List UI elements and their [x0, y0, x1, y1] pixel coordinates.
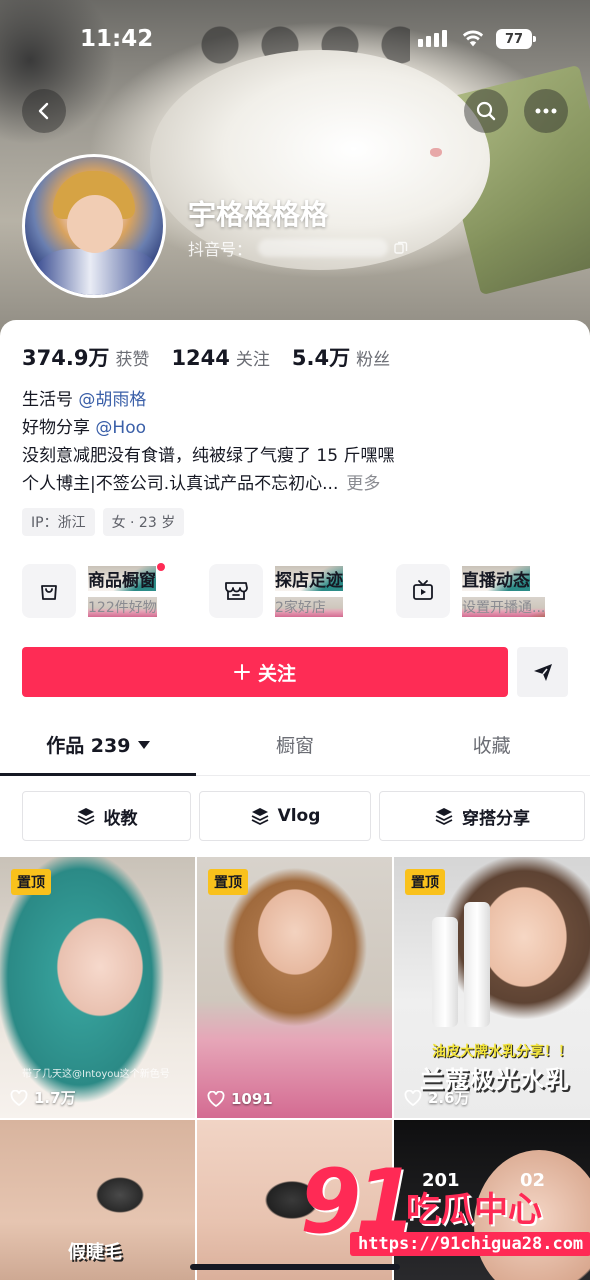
- pinned-badge: 置顶: [11, 869, 51, 895]
- video-caption: 带了几天这@Intoyou这个新色号: [22, 1069, 170, 1080]
- search-icon: [476, 101, 496, 121]
- copy-icon: [394, 241, 408, 254]
- avatar[interactable]: [22, 154, 166, 298]
- video-caption: 假睫毛: [68, 1242, 122, 1263]
- gender-age-tag: 女 · 23 岁: [102, 508, 185, 536]
- ip-tag: IP：浙江: [22, 508, 95, 536]
- share-button[interactable]: [517, 647, 568, 697]
- feature-store-visits[interactable]: 探店足迹 2家好店: [209, 564, 396, 618]
- bio-line-3: 没刻意减肥没有食谱，纯被绿了气瘦了 15 斤嘿嘿: [22, 446, 395, 466]
- collection-tutorial[interactable]: 收教: [22, 791, 191, 841]
- video-likes: 1091: [207, 1090, 273, 1108]
- status-bar: 11:42 77: [0, 0, 590, 80]
- feature-shop-window[interactable]: 商品橱窗 122件好物: [22, 562, 209, 618]
- new-dot-badge: [157, 562, 165, 571]
- send-icon: [533, 664, 552, 681]
- more-dots-icon: [535, 108, 557, 114]
- bio-line-4: 个人博主|不签公司.认真试产品不忘初心... 更多: [22, 474, 381, 494]
- tv-icon: [413, 580, 433, 600]
- tab-works[interactable]: 作品 239: [0, 714, 197, 776]
- feature-entries: 商品橱窗 122件好物 探店足迹 2家好店 直播动态 设置开播通...: [22, 562, 583, 618]
- follow-button[interactable]: 关注: [22, 647, 508, 697]
- action-row: 关注: [22, 647, 568, 697]
- watermark-url: https://91chigua28.com: [350, 1232, 590, 1256]
- layers-icon: [77, 808, 94, 825]
- battery-icon: 77: [496, 29, 536, 49]
- video-tile[interactable]: 置顶 1091: [197, 857, 392, 1118]
- douyin-id-redacted: [258, 239, 389, 257]
- bio-line-2: 好物分享 @Hoo: [22, 418, 146, 438]
- site-watermark: 91 201 02 吃瓜中心 https://91chigua28.com: [300, 1150, 590, 1260]
- stat-followers-num: 5.4万: [291, 346, 351, 370]
- tab-shop-window[interactable]: 橱窗: [197, 714, 394, 775]
- collections-row: 收教 Vlog 穿搭分享: [22, 791, 585, 841]
- bio-link-account[interactable]: @胡雨格: [78, 390, 146, 410]
- chevron-left-icon: [38, 102, 49, 120]
- more-button[interactable]: [524, 89, 568, 133]
- content-tabs: 作品 239 橱窗 收藏: [0, 714, 590, 776]
- search-button[interactable]: [464, 89, 508, 133]
- stat-following-label: 关注: [235, 350, 270, 370]
- stat-followers[interactable]: 5.4万 粉丝: [292, 342, 390, 372]
- stat-likes-label: 获赞: [115, 350, 150, 370]
- layers-icon: [435, 808, 453, 825]
- bio-more-link[interactable]: 更多: [346, 474, 380, 494]
- stat-likes-num: 374.9万: [22, 346, 110, 370]
- layers-icon: [251, 808, 268, 825]
- video-tile[interactable]: 假睫毛: [0, 1120, 195, 1280]
- video-tile[interactable]: 置顶 油皮大牌水乳分享！！ 兰蔻极光水乳 2.6万: [394, 857, 590, 1118]
- stat-followers-label: 粉丝: [356, 350, 391, 370]
- video-likes: 2.6万: [404, 1087, 470, 1108]
- plus-icon: [233, 664, 250, 680]
- collection-outfits[interactable]: 穿搭分享: [379, 791, 585, 841]
- status-time: 11:42: [80, 26, 154, 52]
- douyin-id-label: 抖音号：: [188, 240, 253, 259]
- heart-icon: [10, 1089, 28, 1106]
- video-caption-top: 油皮大牌水乳分享！！: [432, 1044, 572, 1060]
- bio-link-shop[interactable]: @Hoo: [95, 418, 146, 438]
- video-likes: 1.7万: [10, 1087, 76, 1108]
- pinned-badge: 置顶: [405, 869, 445, 895]
- feature-live-updates[interactable]: 直播动态 设置开播通...: [396, 564, 583, 618]
- stat-likes[interactable]: 374.9万 获赞: [22, 342, 149, 372]
- profile-card: 374.9万 获赞 1244 关注 5.4万 粉丝 生活号 @胡雨格 好物分享 …: [0, 320, 590, 1280]
- cover-cat-nose: [430, 148, 442, 157]
- douyin-id[interactable]: 抖音号：: [188, 236, 408, 260]
- nickname: 宇格格格格: [188, 198, 329, 231]
- wifi-icon: [462, 30, 484, 47]
- home-indicator[interactable]: [190, 1264, 400, 1270]
- profile-stats: 374.9万 获赞 1244 关注 5.4万 粉丝: [22, 342, 390, 372]
- store-icon: [225, 582, 248, 600]
- profile-tags: IP：浙江 女 · 23 岁: [22, 508, 185, 536]
- stat-following-num: 1244: [171, 346, 230, 370]
- bio: 生活号 @胡雨格 好物分享 @Hoo 没刻意减肥没有食谱，纯被绿了气瘦了 15 …: [22, 386, 562, 498]
- bio-line-1: 生活号 @胡雨格: [22, 390, 147, 410]
- back-button[interactable]: [22, 89, 66, 133]
- video-tile[interactable]: 置顶 带了几天这@Intoyou这个新色号 1.7万: [0, 857, 195, 1118]
- caret-down-icon: [138, 740, 151, 749]
- heart-icon: [404, 1089, 422, 1106]
- cellular-signal-icon: [418, 30, 447, 47]
- watermark-text: 吃瓜中心: [406, 1190, 542, 1230]
- pinned-badge: 置顶: [208, 869, 248, 895]
- shopping-bag-icon: [41, 585, 57, 600]
- collection-vlog[interactable]: Vlog: [199, 791, 371, 841]
- heart-icon: [207, 1091, 225, 1107]
- tab-favorites[interactable]: 收藏: [393, 714, 590, 775]
- stat-following[interactable]: 1244 关注: [171, 345, 269, 370]
